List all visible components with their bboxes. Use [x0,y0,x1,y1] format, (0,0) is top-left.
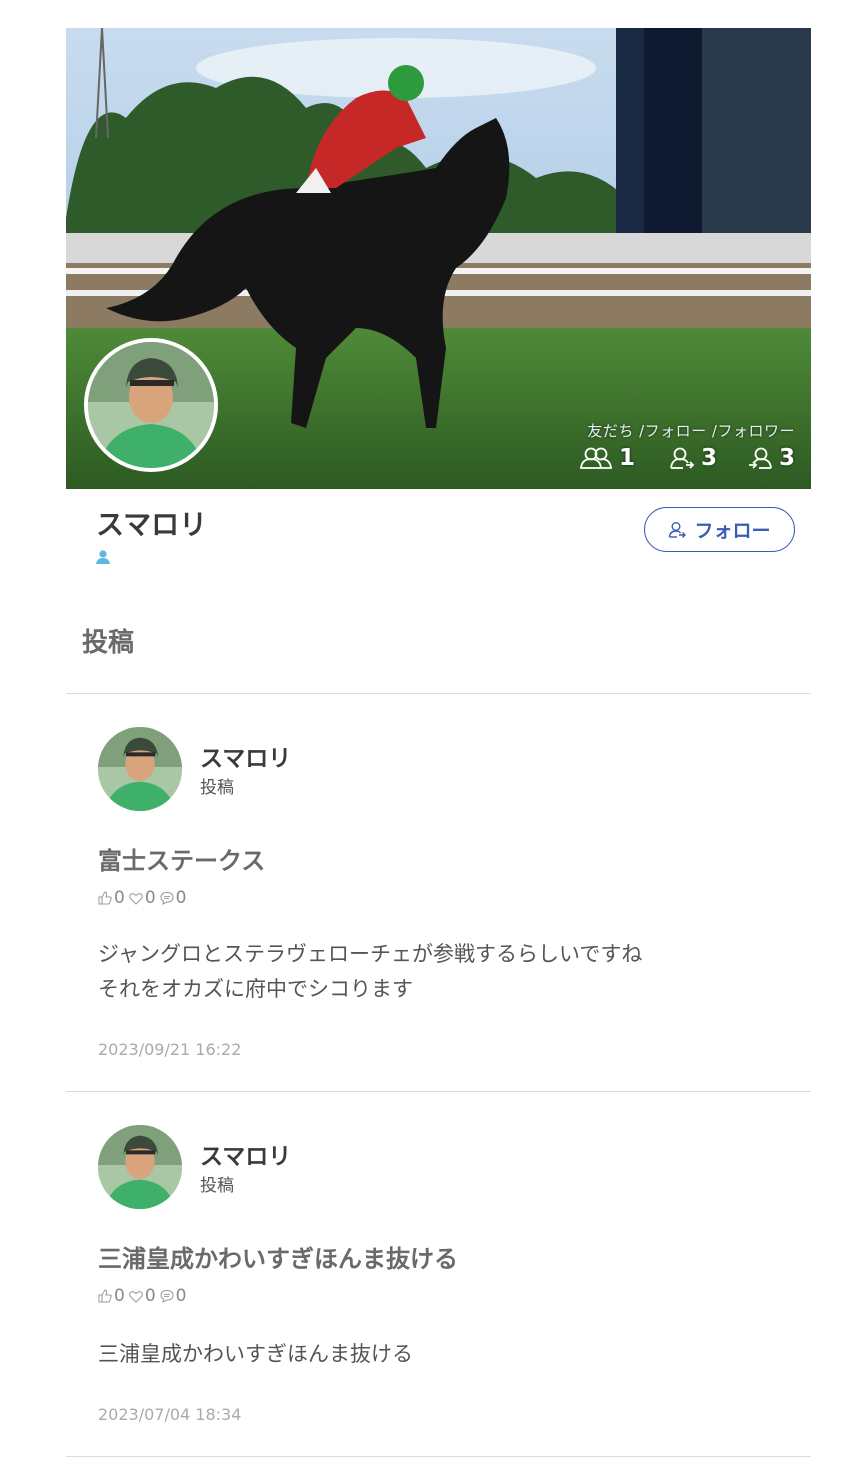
post-avatar[interactable] [98,727,182,811]
like-count: 0 [114,1286,125,1306]
post-date: 2023/09/21 16:22 [98,1040,242,1059]
followers-icon [748,447,772,469]
profile-name: スマロリ [96,508,208,541]
post-username[interactable]: スマロリ [200,739,291,773]
post-card[interactable]: スマロリ 投稿 富士ステークス 0 0 0 ジャングロとステラヴェローチェが参戦… [66,727,811,1067]
friends-count: 1 [618,445,635,471]
divider [66,1091,811,1092]
post-body: 三浦皇成かわいすぎほんま抜ける [98,1342,413,1366]
jockey-avatar-image [88,342,214,468]
comment-count: 0 [175,1286,187,1306]
post-title[interactable]: 富士ステークス [98,841,265,876]
friends-icon [579,447,612,469]
post-reactions: 0 0 0 [98,1286,190,1306]
heart-count: 0 [144,1286,156,1306]
following-icon [670,447,695,469]
posts-section-title: 投稿 [82,628,135,658]
divider [66,1456,811,1457]
following-stat[interactable]: 3 [669,445,717,471]
friends-stat[interactable]: 1 [579,445,635,471]
divider [66,693,811,694]
heart-icon[interactable] [129,892,143,905]
following-count: 3 [700,445,717,471]
follow-stats: 友だち /フォロー /フォロワー 1 3 3 [565,420,795,471]
post-reactions: 0 0 0 [98,888,190,908]
post-date: 2023/07/04 18:34 [98,1405,242,1424]
followers-stat[interactable]: 3 [747,445,795,471]
comment-icon[interactable] [160,891,174,905]
post-type-label: 投稿 [200,778,234,798]
heart-count: 0 [144,888,156,908]
comment-icon[interactable] [160,1289,174,1303]
followers-count: 3 [778,445,795,471]
jockey-avatar-image [98,727,182,811]
thumbs-up-icon[interactable] [98,1289,112,1303]
comment-count: 0 [175,888,187,908]
follow-button[interactable]: フォロー [644,507,795,552]
post-type-label: 投稿 [200,1176,234,1196]
stats-label: 友だち /フォロー /フォロワー [587,422,795,440]
user-badge-icon [95,549,111,569]
profile-avatar[interactable] [84,338,218,472]
post-card[interactable]: スマロリ 投稿 三浦皇成かわいすぎほんま抜ける 0 0 0 三浦皇成かわいすぎほ… [66,1125,811,1435]
thumbs-up-icon[interactable] [98,891,112,905]
jockey-avatar-image [98,1125,182,1209]
post-title[interactable]: 三浦皇成かわいすぎほんま抜ける [98,1239,458,1274]
post-avatar[interactable] [98,1125,182,1209]
follow-button-label: フォロー [694,520,771,542]
post-body: ジャングロとステラヴェローチェが参戦するらしいですね それをオカズに府中でシコり… [98,942,643,1001]
like-count: 0 [114,888,125,908]
post-username[interactable]: スマロリ [200,1137,291,1171]
heart-icon[interactable] [129,1290,143,1303]
follow-user-icon [669,521,687,538]
